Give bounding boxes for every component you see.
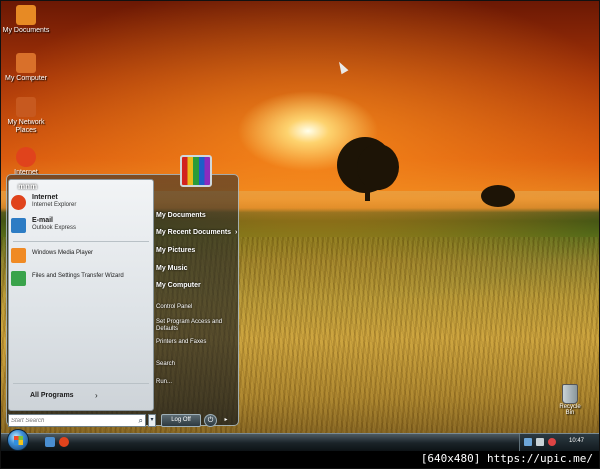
all-programs-label: All Programs <box>30 392 74 399</box>
search-icon[interactable]: ⌕ <box>139 416 143 426</box>
start-search-box[interactable]: ⌕ <box>8 414 146 427</box>
chevron-right-icon[interactable]: ▸ <box>220 414 232 427</box>
menu-item-my-recent-documents[interactable]: My Recent Documents › <box>156 229 237 236</box>
taskbar <box>1 433 599 452</box>
folder-documents-icon <box>16 5 36 25</box>
menu-item-run[interactable]: Run... <box>156 379 172 385</box>
network-places-icon <box>16 97 36 117</box>
user-name: mnm <box>18 182 38 191</box>
menu-separator <box>13 241 149 242</box>
pinned-item-email[interactable]: E-mail Outlook Express <box>11 217 147 237</box>
menu-item-control-panel[interactable]: Control Panel <box>156 304 192 310</box>
desktop-icon-label: My Computer <box>4 75 47 82</box>
recent-program-label: Windows Media Player <box>32 250 94 256</box>
quick-launch-internet-explorer-icon[interactable] <box>59 437 69 447</box>
log-off-button[interactable]: Log Off <box>161 414 201 427</box>
all-programs-button[interactable]: All Programs › <box>13 386 149 406</box>
desktop-icon-label: My Network Places <box>7 119 45 134</box>
tree-canopy <box>357 144 399 190</box>
menu-item-my-documents[interactable]: My Documents <box>156 212 206 219</box>
network-icon[interactable] <box>524 438 532 446</box>
menu-item-label: My Recent Documents <box>156 229 232 236</box>
desktop-icon-my-computer[interactable]: My Computer <box>1 53 51 83</box>
screen: My Documents My Computer My Network Plac… <box>0 0 600 469</box>
pinned-item-internet[interactable]: Internet Internet Explorer <box>11 194 147 214</box>
outlook-express-icon <box>11 218 26 233</box>
quick-launch-show-desktop-icon[interactable] <box>45 437 55 447</box>
internet-explorer-icon <box>16 147 36 167</box>
recent-program-label: Files and Settings Transfer Wizard <box>32 273 124 279</box>
windows-logo-icon <box>14 440 23 445</box>
menu-item-my-pictures[interactable]: My Pictures <box>156 247 195 254</box>
internet-explorer-icon <box>11 195 26 210</box>
pinned-item-subtitle: Outlook Express <box>32 225 77 231</box>
menu-item-search[interactable]: Search <box>156 361 175 367</box>
menu-item-printers-and-faxes[interactable]: Printers and Faxes <box>156 339 206 345</box>
volume-icon[interactable] <box>536 438 544 446</box>
pinned-item-subtitle: Internet Explorer <box>32 202 77 208</box>
start-button[interactable] <box>7 429 29 451</box>
menu-item-my-music[interactable]: My Music <box>156 265 188 272</box>
desktop-icon-internet[interactable]: Internet <box>1 147 51 177</box>
computer-icon <box>16 53 36 73</box>
power-icon[interactable]: ⏻ <box>204 414 217 427</box>
menu-item-my-computer[interactable]: My Computer <box>156 282 201 289</box>
recent-program-transfer-wizard[interactable]: Files and Settings Transfer Wizard <box>11 270 147 290</box>
desktop-icon-my-documents[interactable]: My Documents <box>1 5 51 35</box>
pinned-item-title: E-mail <box>32 217 54 224</box>
system-tray <box>519 434 599 451</box>
chevron-right-icon: › <box>235 229 238 236</box>
menu-separator <box>13 383 149 384</box>
recent-program-media-player[interactable]: Windows Media Player <box>11 247 147 267</box>
watermark-text: [640x480] https://upic.me/ <box>420 452 593 465</box>
search-input[interactable] <box>11 415 131 426</box>
recycle-bin-icon <box>562 384 578 404</box>
security-icon[interactable] <box>548 438 556 446</box>
chevron-right-icon: › <box>95 391 98 400</box>
desktop-icon-label: Recycle Bin <box>559 404 581 416</box>
transfer-wizard-icon <box>11 271 26 286</box>
user-picture-icon[interactable] <box>180 155 212 187</box>
desktop-icon-label: My Documents <box>2 27 50 34</box>
pinned-item-title: Internet <box>32 194 58 201</box>
search-options-button[interactable]: ▾ <box>148 414 156 427</box>
clock[interactable]: 10:47 <box>569 438 584 444</box>
desktop-icon-my-network-places[interactable]: My Network Places <box>1 97 51 135</box>
media-player-icon <box>11 248 26 263</box>
desktop-icon-recycle-bin[interactable]: Recycle Bin <box>555 384 585 416</box>
tree-trunk <box>365 181 370 201</box>
distant-tree <box>481 185 515 207</box>
menu-item-set-program-access[interactable]: Set Program Access and Defaults <box>156 319 231 333</box>
